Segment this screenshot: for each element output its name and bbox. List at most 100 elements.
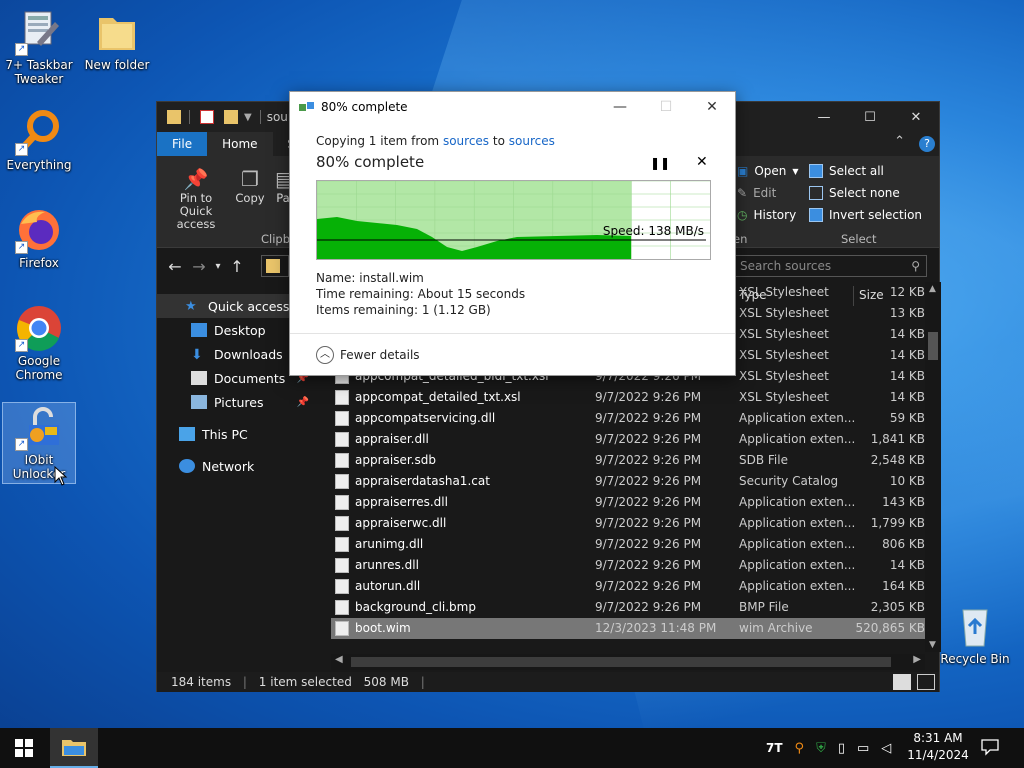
nav-item-network[interactable]: Network [157, 454, 317, 478]
item-count: 184 items [171, 675, 232, 689]
desktop-icon-label: New folder [84, 58, 150, 72]
select-none-icon [809, 186, 823, 200]
search-input[interactable]: Search sources ⚲ [735, 255, 927, 277]
file-date: 9/7/2022 9:26 PM [595, 537, 702, 551]
table-row[interactable]: appraiserdatasha1.cat 9/7/2022 9:26 PM Sec… [331, 471, 927, 492]
forward-button[interactable]: → [187, 257, 211, 276]
file-type: Application exten... [739, 516, 856, 530]
help-icon[interactable]: ? [919, 136, 935, 152]
file-icon [335, 474, 349, 489]
cancel-copy-button[interactable]: ✕ [696, 154, 708, 170]
desktop-icon-new-folder[interactable]: New folder [80, 8, 154, 72]
volume-muted-icon[interactable]: ◁ [881, 741, 891, 756]
table-row[interactable]: appcompatservicing.dll 9/7/2022 9:26 PM Ap… [331, 408, 927, 429]
select-none-button[interactable]: Select none [809, 186, 900, 200]
table-row[interactable]: arunimg.dll 9/7/2022 9:26 PM Application e… [331, 534, 927, 555]
table-row[interactable]: autorun.dll 9/7/2022 9:26 PM Application e… [331, 576, 927, 597]
file-type: Application exten... [739, 558, 856, 572]
file-name: boot.wim [355, 621, 411, 635]
table-row[interactable]: appcompat_detailed_txt.xsl 9/7/2022 9:26 … [331, 387, 927, 408]
file-type: Application exten... [739, 432, 856, 446]
dialog-close-button[interactable]: ✕ [689, 92, 735, 122]
copy-button[interactable]: ❐ Copy [233, 166, 267, 205]
details-view-icon[interactable] [893, 674, 911, 690]
table-row[interactable]: appraiserres.dll 9/7/2022 9:26 PM Applicat… [331, 492, 927, 513]
history-button[interactable]: ◷ History [737, 208, 796, 222]
customize-quick-access-icon[interactable]: ▼ [244, 112, 252, 123]
large-icons-view-icon[interactable] [917, 674, 935, 690]
clock-date: 11/4/2024 [907, 748, 969, 762]
desktop-icon-everything[interactable]: ↗ Everything [2, 108, 76, 172]
desktop-icon-firefox[interactable]: ↗ Firefox [2, 206, 76, 270]
table-row[interactable]: background_cli.bmp 9/7/2022 9:26 PM BMP Fi… [331, 597, 927, 618]
select-all-button[interactable]: Select all [809, 164, 884, 178]
start-button[interactable] [0, 728, 48, 768]
address-bar[interactable] [261, 255, 289, 277]
fewer-details-button[interactable]: ︿ Fewer details [316, 346, 420, 364]
source-folder-link[interactable]: sources [443, 134, 489, 148]
table-row[interactable]: arunres.dll 9/7/2022 9:26 PM Application e… [331, 555, 927, 576]
scroll-right-icon[interactable]: ▶ [913, 654, 921, 665]
everything-tray-icon[interactable]: ⚲ [795, 741, 805, 756]
open-icon: ▣ [737, 164, 749, 178]
minimize-button[interactable]: — [801, 102, 847, 132]
dialog-titlebar[interactable]: 80% complete — ☐ ✕ [290, 92, 735, 122]
taskbar-file-explorer[interactable] [50, 728, 98, 768]
status-bar: 184 items | 1 item selected 508 MB | [157, 672, 939, 692]
clock[interactable]: 8:31 AM 11/4/2024 [902, 730, 974, 764]
scrollbar-thumb[interactable] [928, 332, 938, 360]
file-icon [335, 558, 349, 573]
dialog-minimize-button[interactable]: — [597, 92, 643, 122]
open-button[interactable]: ▣ Open ▼ [737, 164, 799, 178]
pause-button[interactable]: ❚❚ [650, 156, 670, 170]
new-folder-icon[interactable] [224, 110, 238, 124]
nav-item-this-pc[interactable]: This PC [157, 422, 317, 446]
usb-icon[interactable]: ▯ [838, 741, 845, 756]
vertical-scrollbar[interactable]: ▲ ▼ [925, 282, 941, 652]
desktop-icon-recycle-bin[interactable]: Recycle Bin [938, 602, 1012, 666]
table-row[interactable]: appraiserwc.dll 9/7/2022 9:26 PM Applicati… [331, 513, 927, 534]
tab-file[interactable]: File [157, 132, 208, 156]
documents-icon [191, 371, 207, 385]
nav-item-pictures[interactable]: Pictures 📌 [157, 390, 317, 414]
file-type: Application exten... [739, 411, 856, 425]
scroll-left-icon[interactable]: ◀ [335, 654, 343, 665]
invert-selection-button[interactable]: Invert selection [809, 208, 922, 222]
horizontal-scrollbar[interactable]: ◀ ▶ [331, 654, 925, 670]
file-type: XSL Stylesheet [739, 285, 829, 299]
maximize-button[interactable]: ☐ [847, 102, 893, 132]
desktop-icon-google-chrome[interactable]: ↗ Google Chrome [2, 304, 76, 382]
copy-progress-dialog[interactable]: 80% complete — ☐ ✕ Copying 1 item from s… [289, 91, 736, 376]
up-button[interactable]: ↑ [225, 257, 249, 276]
chevron-down-icon: ▼ [792, 166, 799, 176]
security-shield-icon[interactable]: ⛨ [816, 741, 826, 756]
back-button[interactable]: ← [163, 257, 187, 276]
destination-folder-link[interactable]: sources [509, 134, 555, 148]
expand-ribbon-icon[interactable]: ⌃ [894, 134, 905, 149]
download-icon: ⬇ [191, 347, 203, 363]
table-row[interactable]: appraiser.sdb 9/7/2022 9:26 PM SDB File 2,5… [331, 450, 927, 471]
properties-icon[interactable] [200, 110, 214, 124]
progress-heading: 80% complete [316, 153, 425, 171]
recent-locations-button[interactable]: ▾ [211, 261, 225, 272]
network-icon [179, 459, 195, 473]
edit-button[interactable]: ✎ Edit [737, 186, 776, 200]
table-row[interactable]: boot.wim 12/3/2023 11:48 PM wim Archive 520… [331, 618, 927, 639]
taskbar-tweaker-tray-icon[interactable]: 7T [766, 741, 783, 755]
pin-to-quick-access-button[interactable]: 📌 Pin to Quick access [163, 166, 229, 231]
file-date: 12/3/2023 11:48 PM [595, 621, 717, 635]
iobit-unlocker-icon: ↗ [15, 403, 63, 451]
tab-home[interactable]: Home [207, 132, 273, 156]
table-row[interactable]: appraiser.dll 9/7/2022 9:26 PM Application… [331, 429, 927, 450]
file-size: 14 KB [889, 348, 925, 362]
scroll-down-icon[interactable]: ▼ [929, 640, 936, 650]
scrollbar-thumb[interactable] [351, 657, 891, 667]
file-icon [335, 579, 349, 594]
file-name: appraiserres.dll [355, 495, 448, 509]
desktop-icon-label: 7+ Taskbar Tweaker [5, 58, 73, 86]
notification-center-icon[interactable] [980, 738, 1000, 756]
network-tray-icon[interactable]: ▭ [857, 741, 869, 756]
close-button[interactable]: ✕ [893, 102, 939, 132]
desktop-icon-7-taskbar-tweaker[interactable]: ↗ 7+ Taskbar Tweaker [2, 8, 76, 86]
scroll-up-icon[interactable]: ▲ [929, 284, 936, 294]
